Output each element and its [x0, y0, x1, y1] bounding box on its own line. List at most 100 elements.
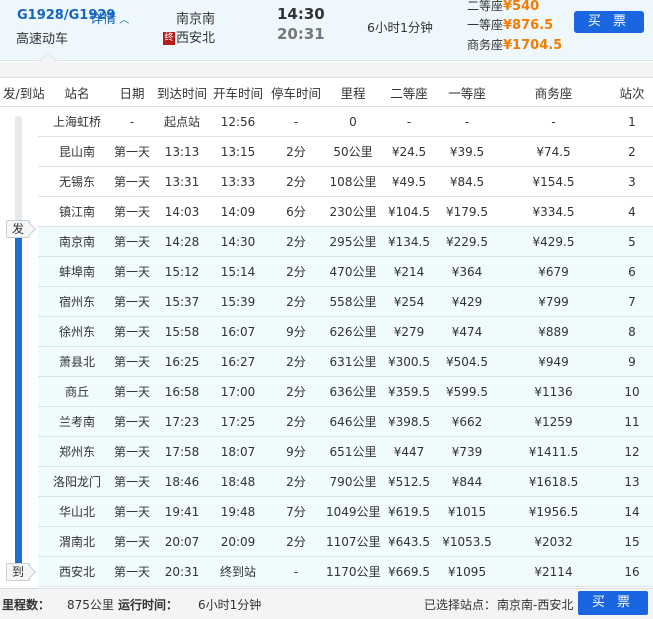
station-name: 商丘 — [64, 385, 89, 399]
depart-time: 15:14 — [220, 264, 256, 279]
arrive-time: 19:41 — [164, 504, 200, 519]
second-class-price: ¥447 — [393, 444, 425, 459]
mileage: 636公里 — [329, 385, 377, 399]
first-class-price: ¥179.5 — [446, 204, 488, 219]
depart-time: 16:27 — [220, 354, 256, 369]
footer-buy-button[interactable]: 买 票 — [578, 591, 648, 615]
station-name: 徐州东 — [58, 325, 95, 339]
first-class-price: ¥364 — [451, 264, 483, 279]
station-index: 7 — [628, 294, 636, 309]
station-name: 华山北 — [58, 505, 95, 519]
business-price: ¥154.5 — [532, 174, 575, 189]
stop-time: 2分 — [286, 295, 306, 309]
station-index: 4 — [628, 204, 636, 219]
station-name: 无锡东 — [58, 175, 95, 189]
mileage: 631公里 — [329, 355, 377, 369]
mileage: 50公里 — [333, 145, 373, 159]
arrive-time: 13:31 — [164, 174, 200, 189]
second-class-price: ¥49.5 — [391, 174, 427, 189]
table-row: 洛阳龙门 第一天 18:46 18:48 2分 790公里 ¥512.5 ¥844 ¥1618.… — [0, 467, 653, 497]
route-bar-inactive — [15, 116, 22, 230]
table-row: 西安北 第一天 20:31 终到站 - 1170公里 ¥669.5 ¥1095 ¥2114 16 — [0, 557, 653, 587]
buy-ticket-button[interactable]: 买 票 — [574, 11, 644, 33]
business-price: ¥2032 — [534, 534, 573, 549]
route-bar-active — [15, 234, 22, 566]
depart-time: 18:48 — [220, 474, 256, 489]
stop-time: 2分 — [286, 385, 306, 399]
table-row: 郑州东 第一天 17:58 18:07 9分 651公里 ¥447 ¥739 ¥1411.5 12 — [0, 437, 653, 467]
date: 第一天 — [113, 205, 150, 219]
depart-time: 15:39 — [220, 294, 256, 309]
first-class-price: ¥474 — [451, 324, 483, 339]
stop-time: 2分 — [286, 475, 306, 489]
mileage: 646公里 — [329, 415, 377, 429]
station-name: 镇江南 — [58, 205, 95, 219]
second-class-price: ¥643.5 — [388, 534, 430, 549]
mileage: 108公里 — [329, 175, 377, 189]
table-row: 无锡东 第一天 13:31 13:33 2分 108公里 ¥49.5 ¥84.5 ¥154.5 3 — [0, 167, 653, 197]
date: 第一天 — [113, 325, 150, 339]
depart-time: 18:07 — [220, 444, 256, 459]
table-row: 蚌埠南 第一天 15:12 15:14 2分 470公里 ¥214 ¥364 ¥679 6 — [0, 257, 653, 287]
depart-time: 17:00 — [220, 384, 256, 399]
runtime-label: 运行时间： — [118, 598, 179, 612]
date: 第一天 — [113, 565, 150, 579]
business-price: ¥889 — [538, 324, 569, 339]
business-price: ¥2114 — [534, 564, 573, 579]
station-name: 兰考南 — [58, 415, 95, 429]
mileage: 790公里 — [329, 475, 377, 489]
second-class-price: ¥104.5 — [388, 204, 430, 219]
arrive-time: 16:25 — [164, 354, 200, 369]
stop-time: - — [293, 114, 299, 129]
header-col-station-tag: 发/到站 — [3, 85, 45, 101]
chevron-up-icon: ︿ — [116, 15, 130, 26]
mileage: 626公里 — [329, 325, 377, 339]
header-col-mileage: 里程 — [340, 85, 366, 101]
end-station-badge: 终 — [163, 32, 175, 45]
first-class-price: ¥229.5 — [446, 234, 488, 249]
station-index: 12 — [624, 444, 640, 459]
date: 第一天 — [113, 535, 150, 549]
arrive-time: 18:46 — [164, 474, 200, 489]
station-index: 2 — [628, 144, 636, 159]
table-row: 渭南北 第一天 20:07 20:09 2分 1107公里 ¥643.5 ¥1053.5 ¥20… — [0, 527, 653, 557]
first-class-price: ¥1095 — [447, 564, 487, 579]
depart-time: 19:48 — [220, 504, 256, 519]
second-class-price: ¥134.5 — [388, 234, 430, 249]
stop-time: 2分 — [286, 265, 306, 279]
arrive-tag: 到 — [6, 563, 30, 581]
first-class-price: ¥599.5 — [446, 384, 488, 399]
table-row: 昆山南 第一天 13:13 13:15 2分 50公里 ¥24.5 ¥39.5 ¥74.5 2 — [0, 137, 653, 167]
business-price: ¥679 — [538, 264, 569, 279]
station-name: 蚌埠南 — [58, 265, 95, 279]
station-name: 宿州东 — [58, 295, 95, 309]
detail-toggle[interactable]: 详情 ︿ — [90, 8, 129, 27]
station-name: 洛阳龙门 — [52, 475, 101, 489]
station-name: 南京南 — [58, 235, 95, 249]
first-class-price: ¥1015 — [447, 504, 487, 519]
table-row: 南京南 第一天 14:28 14:30 2分 295公里 ¥134.5 ¥229.5 ¥429.… — [0, 227, 653, 257]
arrive-time: 15:58 — [164, 324, 200, 339]
date: 第一天 — [113, 445, 150, 459]
business-price: ¥1259 — [534, 414, 573, 429]
station-name: 渭南北 — [58, 535, 95, 549]
selected-label: 已选择站点： — [424, 598, 497, 612]
station-index: 15 — [624, 534, 640, 549]
depart-time: 终到站 — [219, 565, 256, 579]
depart-time: 20:09 — [220, 534, 256, 549]
to-station-wrap: 终西安北 — [163, 27, 215, 46]
second-class-price: ¥279 — [393, 324, 425, 339]
stop-time: 2分 — [286, 175, 306, 189]
station-name: 上海虹桥 — [52, 115, 101, 129]
mileage: 1049公里 — [326, 505, 381, 519]
stop-time: 2分 — [286, 145, 306, 159]
table-header: 发/到站 站名 日期 到达时间 开车时间 停车时间 里程 二等座 一等座 商务座 站次 — [0, 78, 653, 107]
station-index: 5 — [628, 234, 636, 249]
footer: 里程数： 875公里 运行时间： 6小时1分钟 已选择站点： 南京南-西安北 买… — [0, 588, 653, 619]
arrive-time: 17:58 — [164, 444, 200, 459]
station-name: 萧县北 — [58, 355, 95, 369]
station-name: 郑州东 — [58, 445, 95, 459]
business-price: ¥334.5 — [532, 204, 575, 219]
business-price: ¥1956.5 — [528, 504, 579, 519]
from-station: 南京南 — [176, 12, 216, 27]
